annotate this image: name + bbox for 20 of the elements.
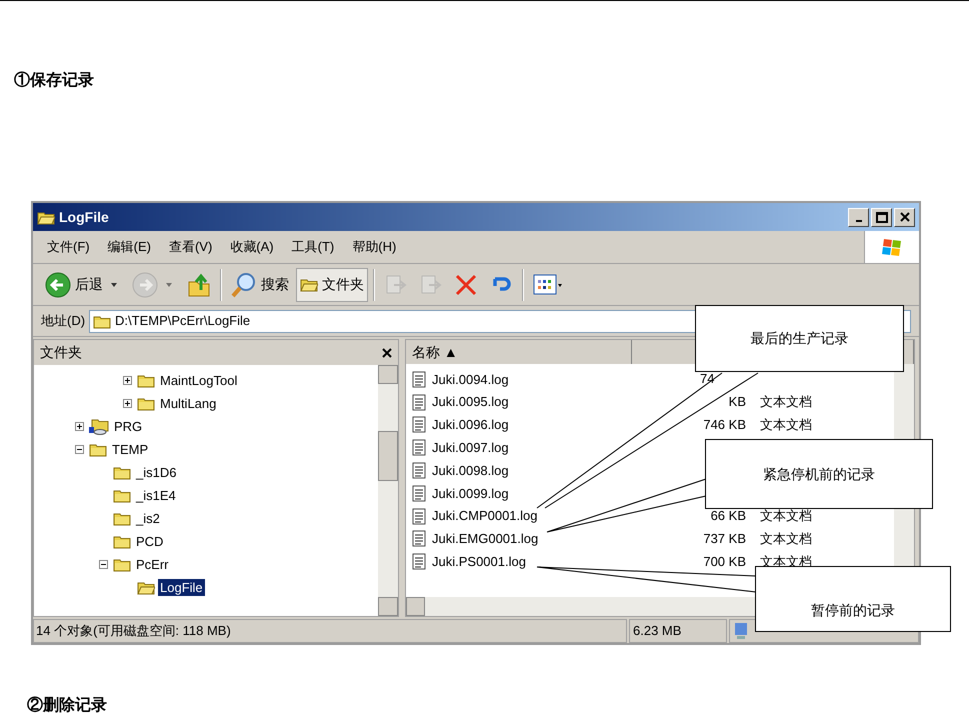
file-type: 文本文档 <box>760 530 812 546</box>
callout-tooltip: 最后的生产记录 <box>695 305 904 372</box>
file-size: 737 KB <box>703 530 746 546</box>
file-type: 文本文档 <box>760 508 812 524</box>
file-size: KB <box>728 394 746 410</box>
file-size: 746 KB <box>703 417 746 432</box>
window-title: LogFile <box>59 208 109 227</box>
file-type: 文本文档 <box>760 417 812 432</box>
file-type: 文本文档 <box>760 394 812 410</box>
address-label: 地址(D) <box>41 312 86 330</box>
section-heading: ①保存记录 <box>14 70 94 91</box>
file-size: 700 KB <box>703 554 746 569</box>
file-size: 66 KB <box>710 508 746 524</box>
status-panel: 14 个对象(可用磁盘空间: 118 MB) <box>33 619 627 643</box>
pane-title: 文件夹 <box>40 343 82 362</box>
callout-tooltip: 紧急停机前的记录 <box>705 439 933 509</box>
status-panel: 6.23 MB <box>629 619 727 643</box>
section-heading: ②删除记录 <box>27 696 107 713</box>
file-size: 74 <box>700 371 714 386</box>
callout-tooltip: 暂停前的记录 <box>755 566 951 632</box>
